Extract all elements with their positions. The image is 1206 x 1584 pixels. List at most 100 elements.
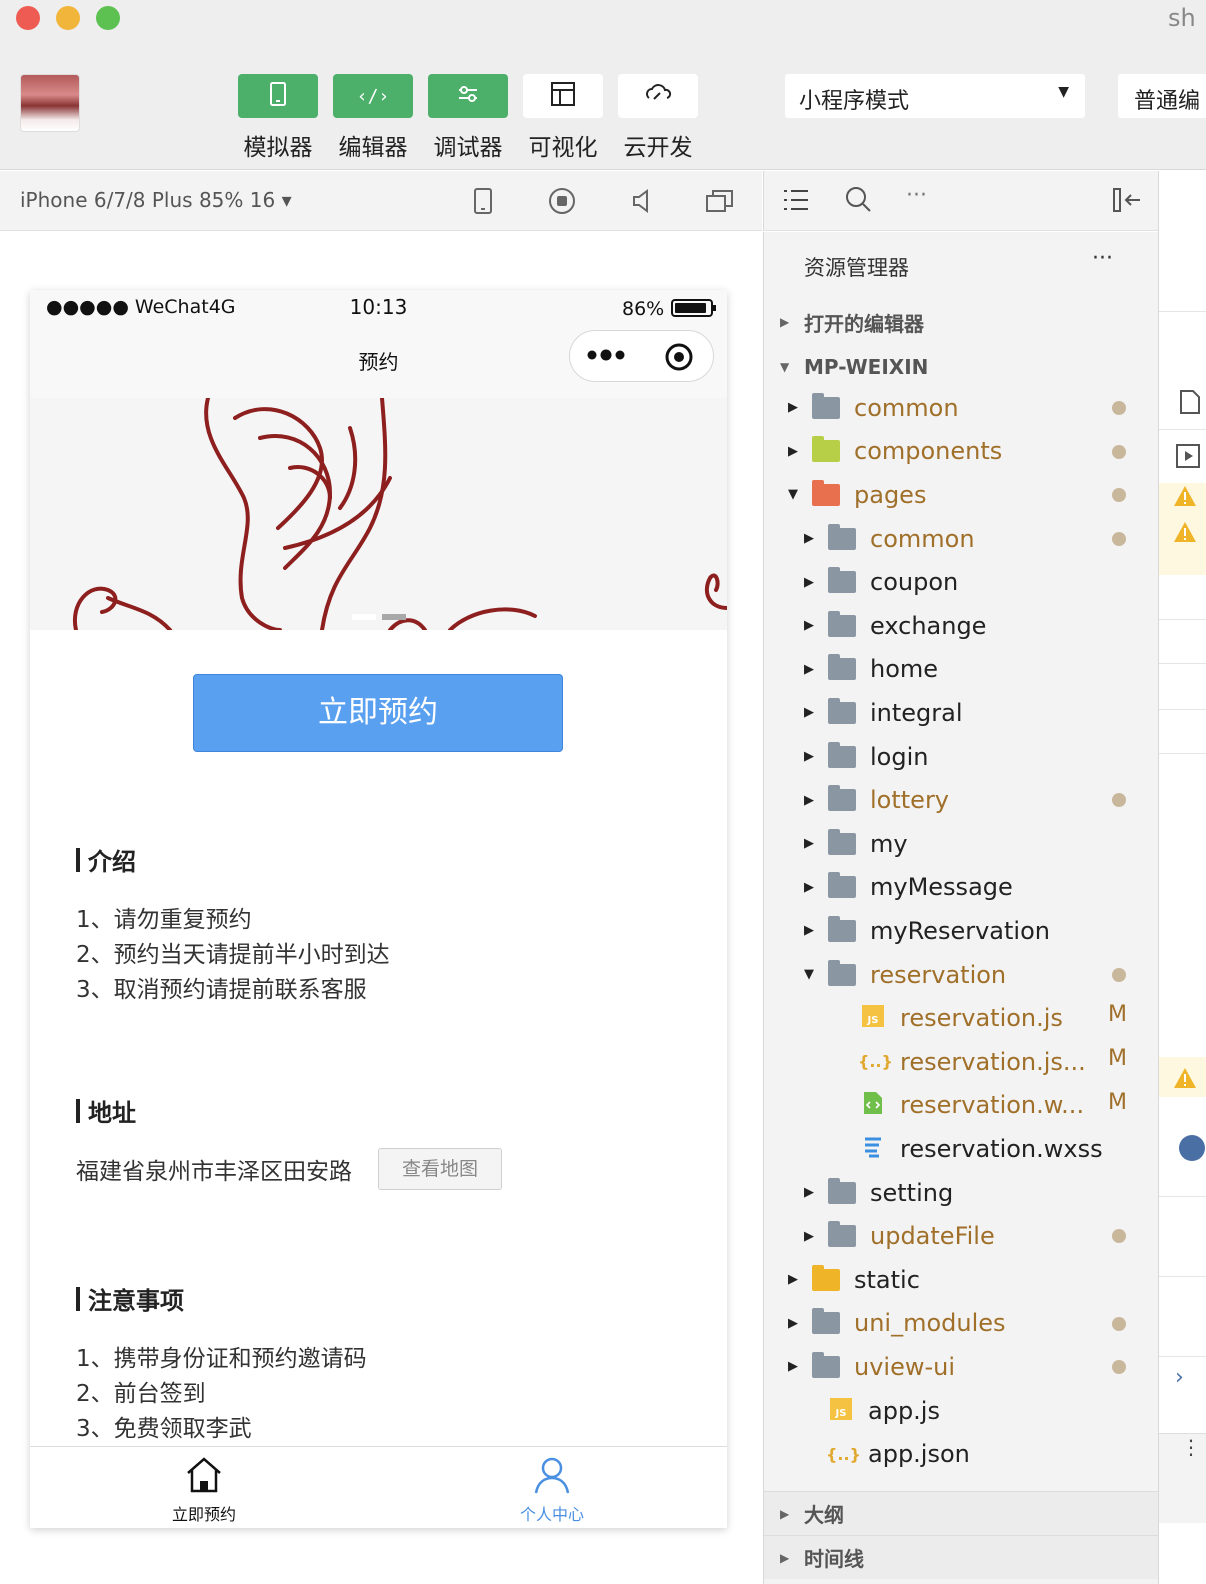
- folder-row[interactable]: ▶ myMessage: [764, 866, 1158, 910]
- view-map-button[interactable]: 查看地图: [378, 1148, 502, 1190]
- chevron-down-icon[interactable]: ▼: [798, 967, 820, 982]
- list-icon[interactable]: [782, 187, 810, 217]
- folder-row[interactable]: ▶ lottery: [764, 778, 1158, 822]
- chevron-down-icon[interactable]: ▼: [782, 487, 804, 502]
- chevron-right-icon[interactable]: ▶: [798, 749, 820, 764]
- timeline-section[interactable]: ▶ 时间线: [764, 1535, 1158, 1579]
- file-row[interactable]: reservation.wxss: [764, 1127, 1158, 1171]
- folder-row[interactable]: ▶ myReservation: [764, 909, 1158, 953]
- file-row[interactable]: JS app.js: [764, 1389, 1158, 1433]
- folder-row[interactable]: ▶ common: [764, 517, 1158, 561]
- chevron-right-icon[interactable]: ▶: [798, 1185, 820, 1200]
- warning-icon[interactable]: [1173, 1067, 1197, 1089]
- open-editors-section[interactable]: ▶ 打开的编辑器: [764, 300, 1158, 344]
- tree-item-name: uni_modules: [854, 1309, 1006, 1338]
- chevron-right-icon[interactable]: ▶: [782, 400, 804, 415]
- folder-row[interactable]: ▶ setting: [764, 1171, 1158, 1215]
- chevron-right-icon[interactable]: ▶: [798, 836, 820, 851]
- file-row[interactable]: {..} app.json: [764, 1432, 1158, 1476]
- device-select[interactable]: iPhone 6/7/8 Plus 85% 16 ▾: [20, 188, 292, 212]
- folder-row[interactable]: ▶ my: [764, 822, 1158, 866]
- preview-icon[interactable]: [1175, 443, 1201, 473]
- mode-select[interactable]: 小程序模式 ▼: [785, 74, 1085, 118]
- js-file-icon: JS: [858, 1004, 888, 1032]
- chevron-right-icon[interactable]: ▶: [798, 705, 820, 720]
- tab-profile[interactable]: 个人中心: [378, 1447, 726, 1528]
- chevron-right-icon[interactable]: ▶: [798, 618, 820, 633]
- debugger-toggle-button[interactable]: [428, 74, 508, 118]
- chevron-right-icon[interactable]: ▶: [798, 1229, 820, 1244]
- stop-record-icon[interactable]: [546, 185, 578, 217]
- outline-section[interactable]: ▶ 大纲: [764, 1491, 1158, 1535]
- folder-row[interactable]: ▶ common: [764, 386, 1158, 430]
- tab-reserve[interactable]: 立即预约: [30, 1447, 378, 1528]
- project-section[interactable]: ▼ MP-WEIXIN: [764, 345, 1158, 389]
- folder-row[interactable]: ▶ integral: [764, 691, 1158, 735]
- notice-heading: 注意事项: [76, 1281, 184, 1316]
- warning-icon[interactable]: [1173, 521, 1197, 543]
- folder-row[interactable]: ▼ reservation: [764, 953, 1158, 997]
- file-row[interactable]: JS reservation.js M: [764, 996, 1158, 1040]
- compile-mode-select[interactable]: 普通编: [1118, 74, 1206, 118]
- banner-swiper[interactable]: [30, 398, 727, 630]
- chevron-right-icon[interactable]: ▶: [798, 662, 820, 677]
- folder-row[interactable]: ▶ exchange: [764, 604, 1158, 648]
- close-window-button[interactable]: [16, 6, 40, 30]
- tree-item-name: static: [854, 1265, 920, 1294]
- chevron-right-icon[interactable]: ▶: [798, 880, 820, 895]
- cloud-dev-button[interactable]: [618, 74, 698, 118]
- folder-row[interactable]: ▼ pages: [764, 473, 1158, 517]
- tree-item-name: uview-ui: [854, 1352, 956, 1381]
- chevron-right-icon[interactable]: ▶: [782, 1359, 804, 1374]
- tree-item-name: login: [870, 742, 929, 771]
- collapse-panel-icon[interactable]: [1112, 187, 1142, 217]
- chevron-right-icon[interactable]: ▶: [782, 1272, 804, 1287]
- reserve-now-button[interactable]: 立即预约: [193, 674, 563, 752]
- chevron-right-icon[interactable]: ▶: [782, 444, 804, 459]
- close-miniprogram-icon[interactable]: [664, 342, 694, 376]
- tree-item-name: lottery: [870, 786, 950, 815]
- chevron-right-icon[interactable]: ▶: [798, 923, 820, 938]
- more-dots-icon[interactable]: [586, 345, 626, 369]
- folder-row[interactable]: ▶ login: [764, 735, 1158, 779]
- search-icon[interactable]: [844, 185, 872, 217]
- volume-icon[interactable]: [626, 185, 658, 217]
- file-row[interactable]: reservation.w... M: [764, 1084, 1158, 1128]
- modified-badge: M: [1108, 1089, 1127, 1115]
- intro-line: 2、预约当天请提前半小时到达: [76, 942, 390, 968]
- user-avatar[interactable]: [20, 74, 80, 132]
- info-badge-icon[interactable]: [1179, 1135, 1205, 1161]
- explorer-more-icon[interactable]: ···: [1092, 246, 1113, 271]
- visual-toggle-button[interactable]: [523, 74, 603, 118]
- folder-row[interactable]: ▶ home: [764, 648, 1158, 692]
- folder-row[interactable]: ▶ uni_modules: [764, 1302, 1158, 1346]
- chevron-right-icon[interactable]: ▶: [798, 575, 820, 590]
- swiper-dot[interactable]: [382, 614, 406, 620]
- vertical-more-icon[interactable]: ⋮: [1181, 1437, 1201, 1457]
- cloud-dev-label: 云开发: [623, 135, 693, 161]
- chevron-right-icon[interactable]: ▶: [798, 531, 820, 546]
- maximize-window-button[interactable]: [96, 6, 120, 30]
- folder-row[interactable]: ▶ coupon: [764, 560, 1158, 604]
- more-icon[interactable]: ···: [906, 183, 927, 208]
- file-row[interactable]: {..} reservation.js... M: [764, 1040, 1158, 1084]
- tab-bar: 立即预约 个人中心: [30, 1446, 727, 1528]
- minimize-window-button[interactable]: [56, 6, 80, 30]
- warning-icon[interactable]: [1173, 485, 1197, 507]
- chevron-right-icon[interactable]: ▶: [798, 793, 820, 808]
- editor-toggle-button[interactable]: ‹/›: [333, 74, 413, 118]
- chevron-right-icon[interactable]: ›: [1175, 1365, 1184, 1390]
- device-rotate-icon[interactable]: [467, 185, 499, 217]
- chevron-right-icon: ▶: [780, 1550, 790, 1565]
- folder-row[interactable]: ▶ static: [764, 1258, 1158, 1302]
- svg-text:JS: JS: [867, 1015, 879, 1026]
- file-icon[interactable]: [1179, 389, 1201, 419]
- swiper-dot-active[interactable]: [352, 614, 376, 620]
- folder-row[interactable]: ▶ components: [764, 430, 1158, 474]
- chevron-right-icon[interactable]: ▶: [782, 1316, 804, 1331]
- simulator-toggle-button[interactable]: [238, 74, 318, 118]
- detach-window-icon[interactable]: [704, 185, 736, 217]
- folder-row[interactable]: ▶ updateFile: [764, 1214, 1158, 1258]
- timeline-label: 时间线: [804, 1547, 864, 1571]
- folder-row[interactable]: ▶ uview-ui: [764, 1345, 1158, 1389]
